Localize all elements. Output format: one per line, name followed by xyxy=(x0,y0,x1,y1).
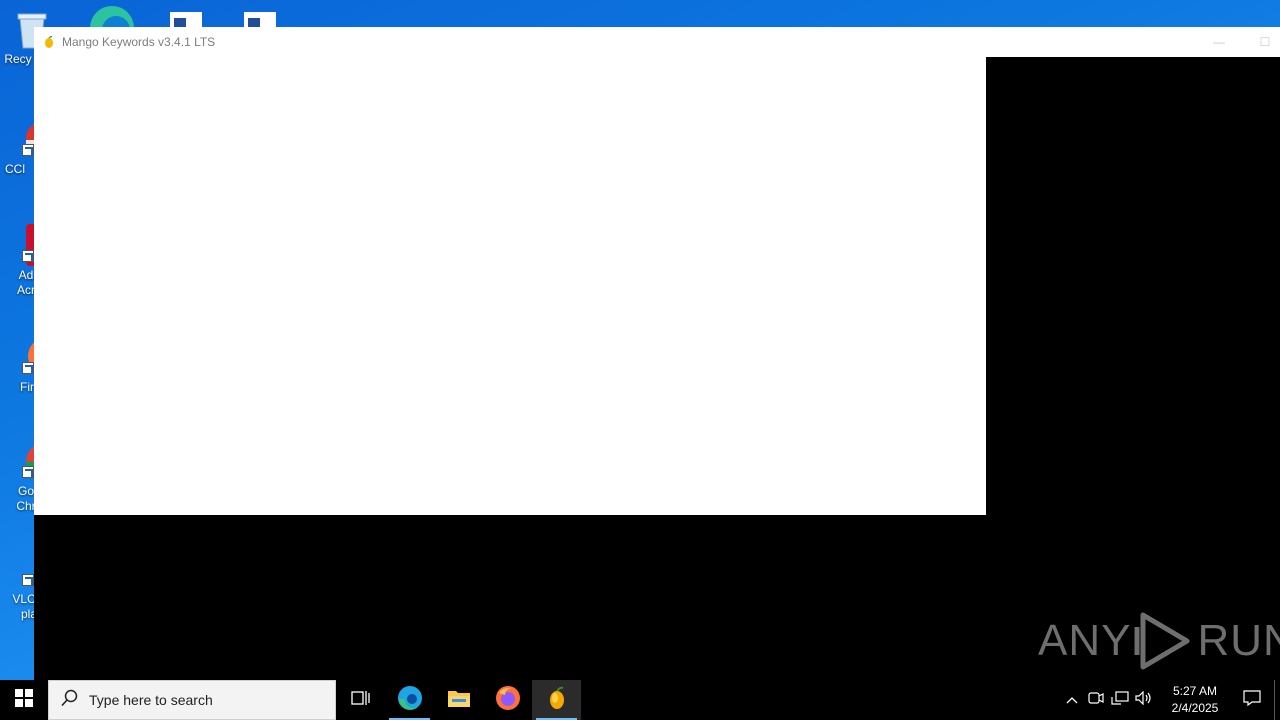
edge-icon xyxy=(397,685,423,716)
clock-date: 2/4/2025 xyxy=(1171,701,1219,715)
tray-overflow-button[interactable] xyxy=(1060,680,1084,720)
tray-volume[interactable] xyxy=(1132,680,1156,720)
show-desktop-button[interactable] xyxy=(1274,680,1280,720)
taskbar: Type here to search 5:27 AM 2/4/2025 xyxy=(0,680,1280,720)
tray-network[interactable] xyxy=(1108,680,1132,720)
minimize-icon: — xyxy=(1213,35,1225,49)
firefox-icon xyxy=(495,685,521,716)
shortcut-arrow-icon xyxy=(22,574,34,586)
meet-now-icon xyxy=(1088,691,1104,710)
start-button[interactable] xyxy=(0,680,48,720)
taskbar-mango-keywords[interactable] xyxy=(532,680,581,720)
notification-icon xyxy=(1243,689,1261,711)
action-center-button[interactable] xyxy=(1230,680,1274,720)
window-title: Mango Keywords v3.4.1 LTS xyxy=(62,35,216,49)
task-view-icon xyxy=(350,689,371,712)
app-content-area[interactable] xyxy=(34,57,986,515)
taskbar-firefox[interactable] xyxy=(483,680,532,720)
shortcut-arrow-icon xyxy=(22,362,34,374)
maximize-icon: ☐ xyxy=(1259,35,1271,49)
clock-time: 5:27 AM xyxy=(1172,684,1218,698)
app-window[interactable]: Mango Keywords v3.4.1 LTS — ☐ xyxy=(34,27,1280,680)
taskbar-edge[interactable] xyxy=(385,680,434,720)
chevron-up-icon xyxy=(1066,691,1078,709)
maximize-button[interactable]: ☐ xyxy=(1242,27,1280,57)
taskbar-clock[interactable]: 5:27 AM 2/4/2025 xyxy=(1160,683,1230,717)
watermark-text-left: ANY xyxy=(1038,616,1132,665)
shortcut-arrow-icon xyxy=(22,250,34,262)
tray-meet-now[interactable] xyxy=(1084,680,1108,720)
taskbar-search-box[interactable]: Type here to search xyxy=(48,680,336,720)
desktop-icon-document-1[interactable] xyxy=(166,4,206,28)
windows-logo-icon xyxy=(15,688,33,712)
network-icon xyxy=(1111,690,1129,710)
watermark-text-right: RUN xyxy=(1197,616,1280,665)
shortcut-arrow-icon xyxy=(22,466,34,478)
desktop-icon-edge-top[interactable] xyxy=(88,4,134,50)
search-placeholder: Type here to search xyxy=(89,692,213,708)
mango-icon xyxy=(44,35,54,49)
minimize-button[interactable]: — xyxy=(1196,27,1242,57)
system-tray: 5:27 AM 2/4/2025 xyxy=(1060,680,1280,720)
shortcut-arrow-icon xyxy=(22,144,34,156)
desktop-icon-document-2[interactable] xyxy=(240,4,280,28)
speaker-icon xyxy=(1135,690,1153,710)
search-icon xyxy=(61,689,79,712)
taskbar-task-view[interactable] xyxy=(336,680,385,720)
mango-icon xyxy=(547,686,567,715)
anyrun-watermark: ANY RUN xyxy=(1038,610,1280,672)
folder-icon xyxy=(447,688,471,713)
taskbar-file-explorer[interactable] xyxy=(434,680,483,720)
window-titlebar[interactable]: Mango Keywords v3.4.1 LTS — ☐ xyxy=(34,27,1280,57)
play-logo-icon xyxy=(1133,611,1195,671)
